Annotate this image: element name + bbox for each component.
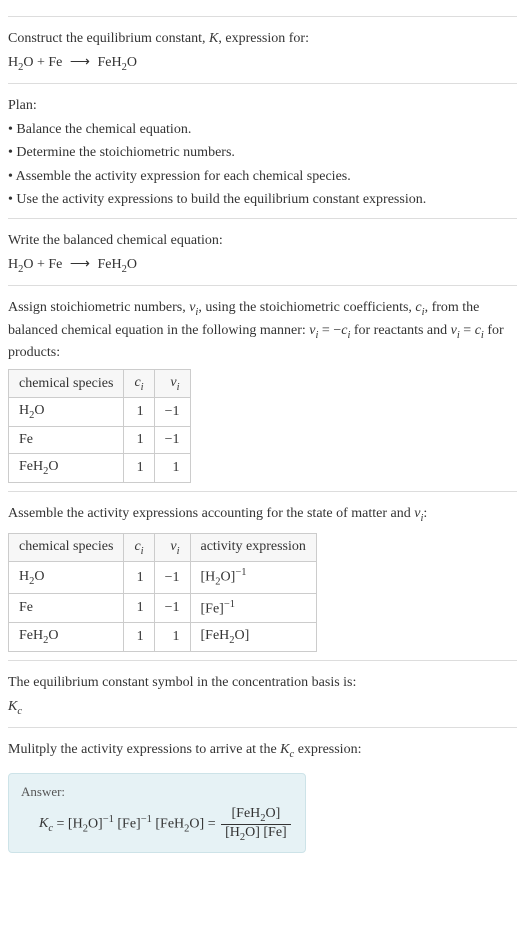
activity-title: Assemble the activity expressions accoun… [8,504,517,526]
answer-box: Answer: Kc = [H2O]−1 [Fe]−1 [FeH2O] = [F… [8,773,306,854]
multiply-section: Mulitply the activity expressions to arr… [8,727,517,853]
cell-ci: 1 [124,398,154,427]
plan-item-1: • Balance the chemical equation. [8,120,517,140]
table-row: Fe 1 −1 [9,427,191,454]
symbol-text: The equilibrium constant symbol in the c… [8,673,517,693]
multiply-text: Mulitply the activity expressions to arr… [8,740,517,762]
table-row: H2O 1 −1 [H2O]−1 [9,562,317,593]
balanced-title: Write the balanced chemical equation: [8,231,517,251]
cell-vi: −1 [154,427,190,454]
answer-expression: Kc = [H2O]−1 [Fe]−1 [FeH2O] = [FeH2O] [H… [39,806,293,843]
intro-text: Construct the equilibrium constant, K, e… [8,29,517,49]
cell-activity: [H2O]−1 [190,562,316,593]
table-row: H2O 1 −1 [9,398,191,427]
plan-item-3: • Assemble the activity expression for e… [8,167,517,187]
plan-title: Plan: [8,96,517,116]
cell-activity: [FeH2O] [190,623,316,652]
cell-vi: 1 [154,454,190,483]
cell-ci: 1 [124,623,154,652]
col-ci: ci [124,369,154,398]
col-activity: activity expression [190,533,316,562]
col-species: chemical species [9,369,124,398]
cell-species: Fe [9,593,124,623]
plan-section: Plan: • Balance the chemical equation. •… [8,83,517,210]
answer-label: Answer: [21,784,293,800]
symbol-value: Kc [8,697,517,719]
cell-vi: −1 [154,593,190,623]
intro-section: Construct the equilibrium constant, K, e… [8,16,517,75]
assign-section: Assign stoichiometric numbers, νi, using… [8,285,517,483]
cell-ci: 1 [124,427,154,454]
cell-species: H2O [9,562,124,593]
col-species: chemical species [9,533,124,562]
col-vi: νi [154,369,190,398]
col-vi: νi [154,533,190,562]
intro-reaction: H2O + Fe ⟶ FeH2O [8,53,517,75]
cell-vi: 1 [154,623,190,652]
table-row: FeH2O 1 1 [9,454,191,483]
cell-ci: 1 [124,454,154,483]
cell-vi: −1 [154,562,190,593]
table-header-row: chemical species ci νi activity expressi… [9,533,317,562]
cell-ci: 1 [124,593,154,623]
col-ci: ci [124,533,154,562]
table-row: FeH2O 1 1 [FeH2O] [9,623,317,652]
cell-species: FeH2O [9,623,124,652]
table-row: Fe 1 −1 [Fe]−1 [9,593,317,623]
table-header-row: chemical species ci νi [9,369,191,398]
balanced-reaction: H2O + Fe ⟶ FeH2O [8,255,517,277]
balanced-section: Write the balanced chemical equation: H2… [8,218,517,277]
activity-table: chemical species ci νi activity expressi… [8,533,317,653]
symbol-section: The equilibrium constant symbol in the c… [8,660,517,719]
cell-species: FeH2O [9,454,124,483]
cell-ci: 1 [124,562,154,593]
cell-species: Fe [9,427,124,454]
activity-section: Assemble the activity expressions accoun… [8,491,517,652]
cell-activity: [Fe]−1 [190,593,316,623]
cell-species: H2O [9,398,124,427]
plan-item-2: • Determine the stoichiometric numbers. [8,143,517,163]
stoich-table: chemical species ci νi H2O 1 −1 Fe 1 −1 … [8,369,191,483]
assign-text: Assign stoichiometric numbers, νi, using… [8,298,517,363]
cell-vi: −1 [154,398,190,427]
plan-item-4: • Use the activity expressions to build … [8,190,517,210]
